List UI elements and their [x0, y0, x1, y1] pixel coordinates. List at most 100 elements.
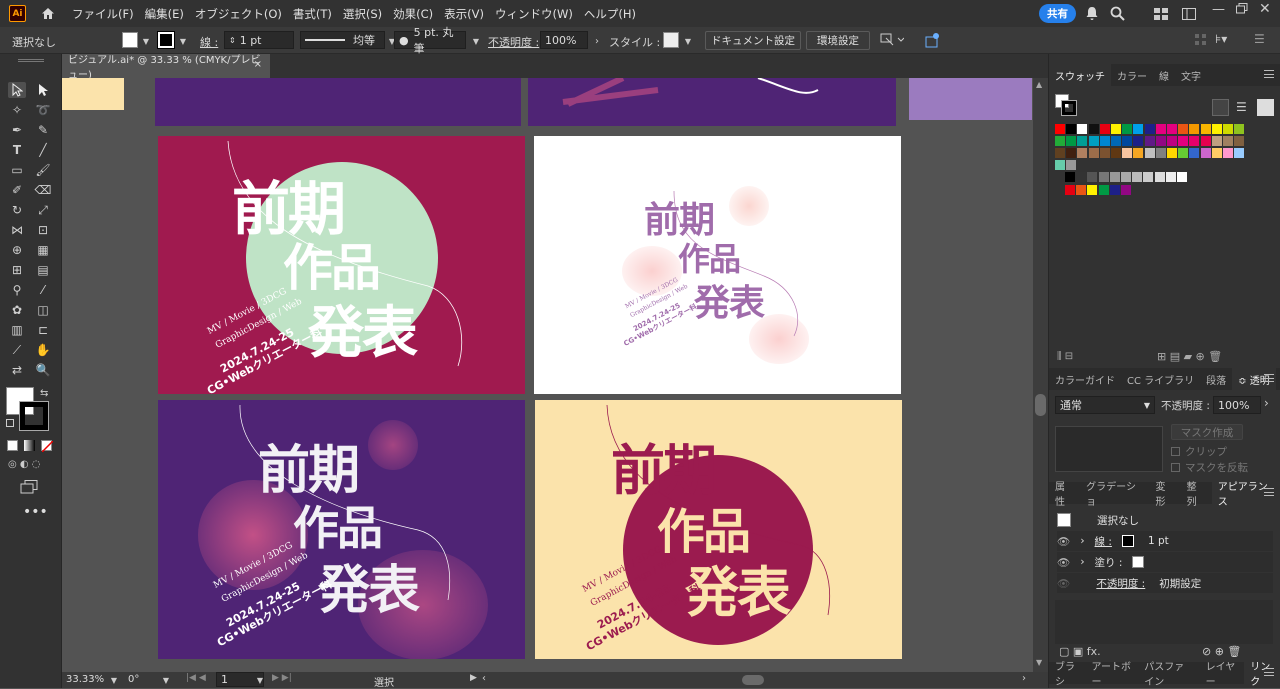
zoom-tool-icon[interactable]: 🔍 [34, 362, 52, 378]
fill-swatch[interactable] [1132, 556, 1145, 568]
eye-icon[interactable]: 👁 [1057, 577, 1070, 590]
pasteboard-swatch-lavender[interactable] [909, 78, 1032, 120]
chevron-right-icon[interactable]: › [1264, 396, 1269, 410]
none-mode-icon[interactable] [41, 440, 53, 452]
color-swatch[interactable] [1077, 148, 1088, 158]
chevron-down-icon[interactable]: ▼ [254, 674, 266, 686]
panel-tab[interactable]: リンク [1244, 662, 1280, 688]
color-swatch[interactable] [1178, 148, 1189, 158]
color-swatch[interactable] [1066, 124, 1077, 134]
color-swatch[interactable] [1122, 136, 1133, 146]
artboard-purple[interactable]: 前期 作品 発表 MV / Movie / 3DCG GraphicDesign… [158, 400, 525, 659]
scroll-thumb[interactable] [1035, 394, 1046, 416]
variable-width-profile[interactable]: 均等 [300, 31, 385, 49]
color-swatch[interactable] [1189, 136, 1200, 146]
color-swatch[interactable] [1077, 124, 1088, 134]
pen-tool-icon[interactable]: ✒ [8, 122, 26, 138]
color-swatch[interactable] [1111, 136, 1121, 146]
tab-visual-ai[interactable]: ビジュアル.ai* @ 33.33 % (CMYK/プレビュー) × [62, 54, 270, 81]
artboard-top-right-partial[interactable] [528, 78, 896, 126]
gradient-mode-icon[interactable] [24, 440, 35, 451]
chevron-down-icon[interactable]: ▼ [470, 35, 482, 47]
chevron-down-icon[interactable]: ▼ [140, 35, 152, 47]
chevron-left-icon[interactable]: ‹ [482, 673, 486, 684]
brush-definition[interactable]: ● 5 pt. 丸筆 [394, 26, 466, 55]
color-swatch[interactable] [1099, 136, 1110, 146]
panel-tab[interactable]: 線 [1153, 64, 1175, 86]
swatch-stroke-indicator[interactable] [1061, 100, 1077, 116]
color-swatch[interactable] [1133, 136, 1144, 146]
color-swatch[interactable] [1087, 172, 1098, 182]
panel-tab[interactable]: ブラシ [1049, 662, 1086, 688]
play-icon[interactable]: ▶ [470, 673, 477, 683]
stroke-swatch[interactable] [1121, 535, 1134, 547]
shaper-tool-icon[interactable]: ✐ [8, 182, 26, 198]
panel-tab[interactable]: 文字 [1175, 64, 1207, 86]
vertical-scrollbar[interactable]: ▲ ▼ [1033, 78, 1048, 672]
menu-item[interactable]: ウィンドウ(W) [495, 6, 573, 22]
show-kinds-icon[interactable] [1212, 99, 1229, 116]
menu-item[interactable]: 選択(S) [343, 6, 382, 22]
panel-tab[interactable]: カラー [1111, 64, 1153, 86]
opacity-field[interactable]: 100% [1213, 396, 1261, 414]
color-swatch[interactable] [1223, 136, 1233, 146]
panel-tab[interactable]: カラーガイド [1049, 368, 1121, 390]
menu-item[interactable]: ヘルプ(H) [584, 6, 636, 22]
color-swatch[interactable] [1121, 185, 1131, 195]
type-tool-icon[interactable]: T [8, 142, 26, 158]
color-swatch[interactable] [1076, 185, 1087, 195]
magic-wand-icon[interactable]: ✧ [8, 102, 26, 118]
chevron-down-icon[interactable]: ▼ [108, 674, 120, 686]
artboard-top-left-partial[interactable] [155, 78, 521, 126]
chevron-down-icon[interactable]: ▼ [160, 674, 172, 686]
color-swatch[interactable] [1155, 148, 1166, 158]
workspace-icon[interactable] [1182, 8, 1197, 23]
color-swatch[interactable] [1155, 136, 1166, 146]
restore-icon[interactable] [1236, 3, 1248, 18]
panel-tab[interactable]: 変形 [1149, 482, 1180, 508]
color-swatch[interactable] [1143, 172, 1154, 182]
color-swatch[interactable] [1234, 148, 1245, 158]
panel-menu-icon[interactable] [1264, 374, 1274, 382]
list-view-icon[interactable]: ☰ [1236, 100, 1247, 114]
color-swatch[interactable] [1189, 124, 1200, 134]
color-swatch[interactable] [1223, 124, 1233, 134]
color-swatch[interactable] [1098, 172, 1109, 182]
menu-item[interactable]: 表示(V) [444, 6, 484, 22]
color-swatch[interactable] [1177, 172, 1187, 182]
clip-checkbox[interactable]: クリップ [1171, 444, 1227, 459]
search-icon[interactable] [1110, 6, 1125, 24]
color-swatch[interactable] [1154, 172, 1165, 182]
stroke-color-box[interactable] [19, 401, 49, 431]
color-swatch[interactable] [1087, 185, 1098, 195]
appearance-opacity-row[interactable]: 👁 不透明度 : 初期設定 [1057, 573, 1273, 593]
color-swatch[interactable] [1122, 124, 1133, 134]
chevron-down-icon[interactable]: ▼ [177, 35, 189, 47]
recolor-icon[interactable] [924, 32, 940, 51]
panel-tab[interactable]: レイヤー [1200, 662, 1245, 688]
color-swatch[interactable] [1088, 148, 1099, 158]
color-swatch[interactable] [1165, 172, 1176, 182]
color-swatch[interactable] [1144, 136, 1155, 146]
color-swatch[interactable] [1065, 185, 1075, 195]
color-swatch[interactable] [1055, 124, 1065, 134]
color-swatch[interactable] [1200, 124, 1211, 134]
color-swatch[interactable] [1167, 148, 1177, 158]
color-swatch[interactable] [1088, 136, 1099, 146]
color-swatch[interactable] [1200, 136, 1211, 146]
blend-tool-icon[interactable]: ◫ [34, 302, 52, 318]
pasteboard-swatch-cream[interactable] [62, 78, 124, 110]
color-swatch[interactable] [1200, 148, 1211, 158]
document-setup-button[interactable]: ドキュメント設定 [705, 31, 801, 50]
direct-selection-tool-icon[interactable] [34, 82, 52, 98]
close-icon[interactable]: × [254, 59, 262, 70]
menu-item[interactable]: オブジェクト(O) [195, 6, 282, 22]
perspective-grid-icon[interactable]: ▦ [34, 242, 52, 258]
color-swatch[interactable] [1133, 124, 1144, 134]
rotation-value[interactable]: 0° [128, 674, 139, 685]
color-swatch[interactable] [1167, 136, 1177, 146]
arrange-icon[interactable] [880, 33, 905, 50]
stroke-swatch[interactable] [157, 31, 175, 49]
panel-tab[interactable]: 整列 [1181, 482, 1212, 508]
panel-tab[interactable]: スウォッチ [1049, 64, 1111, 86]
